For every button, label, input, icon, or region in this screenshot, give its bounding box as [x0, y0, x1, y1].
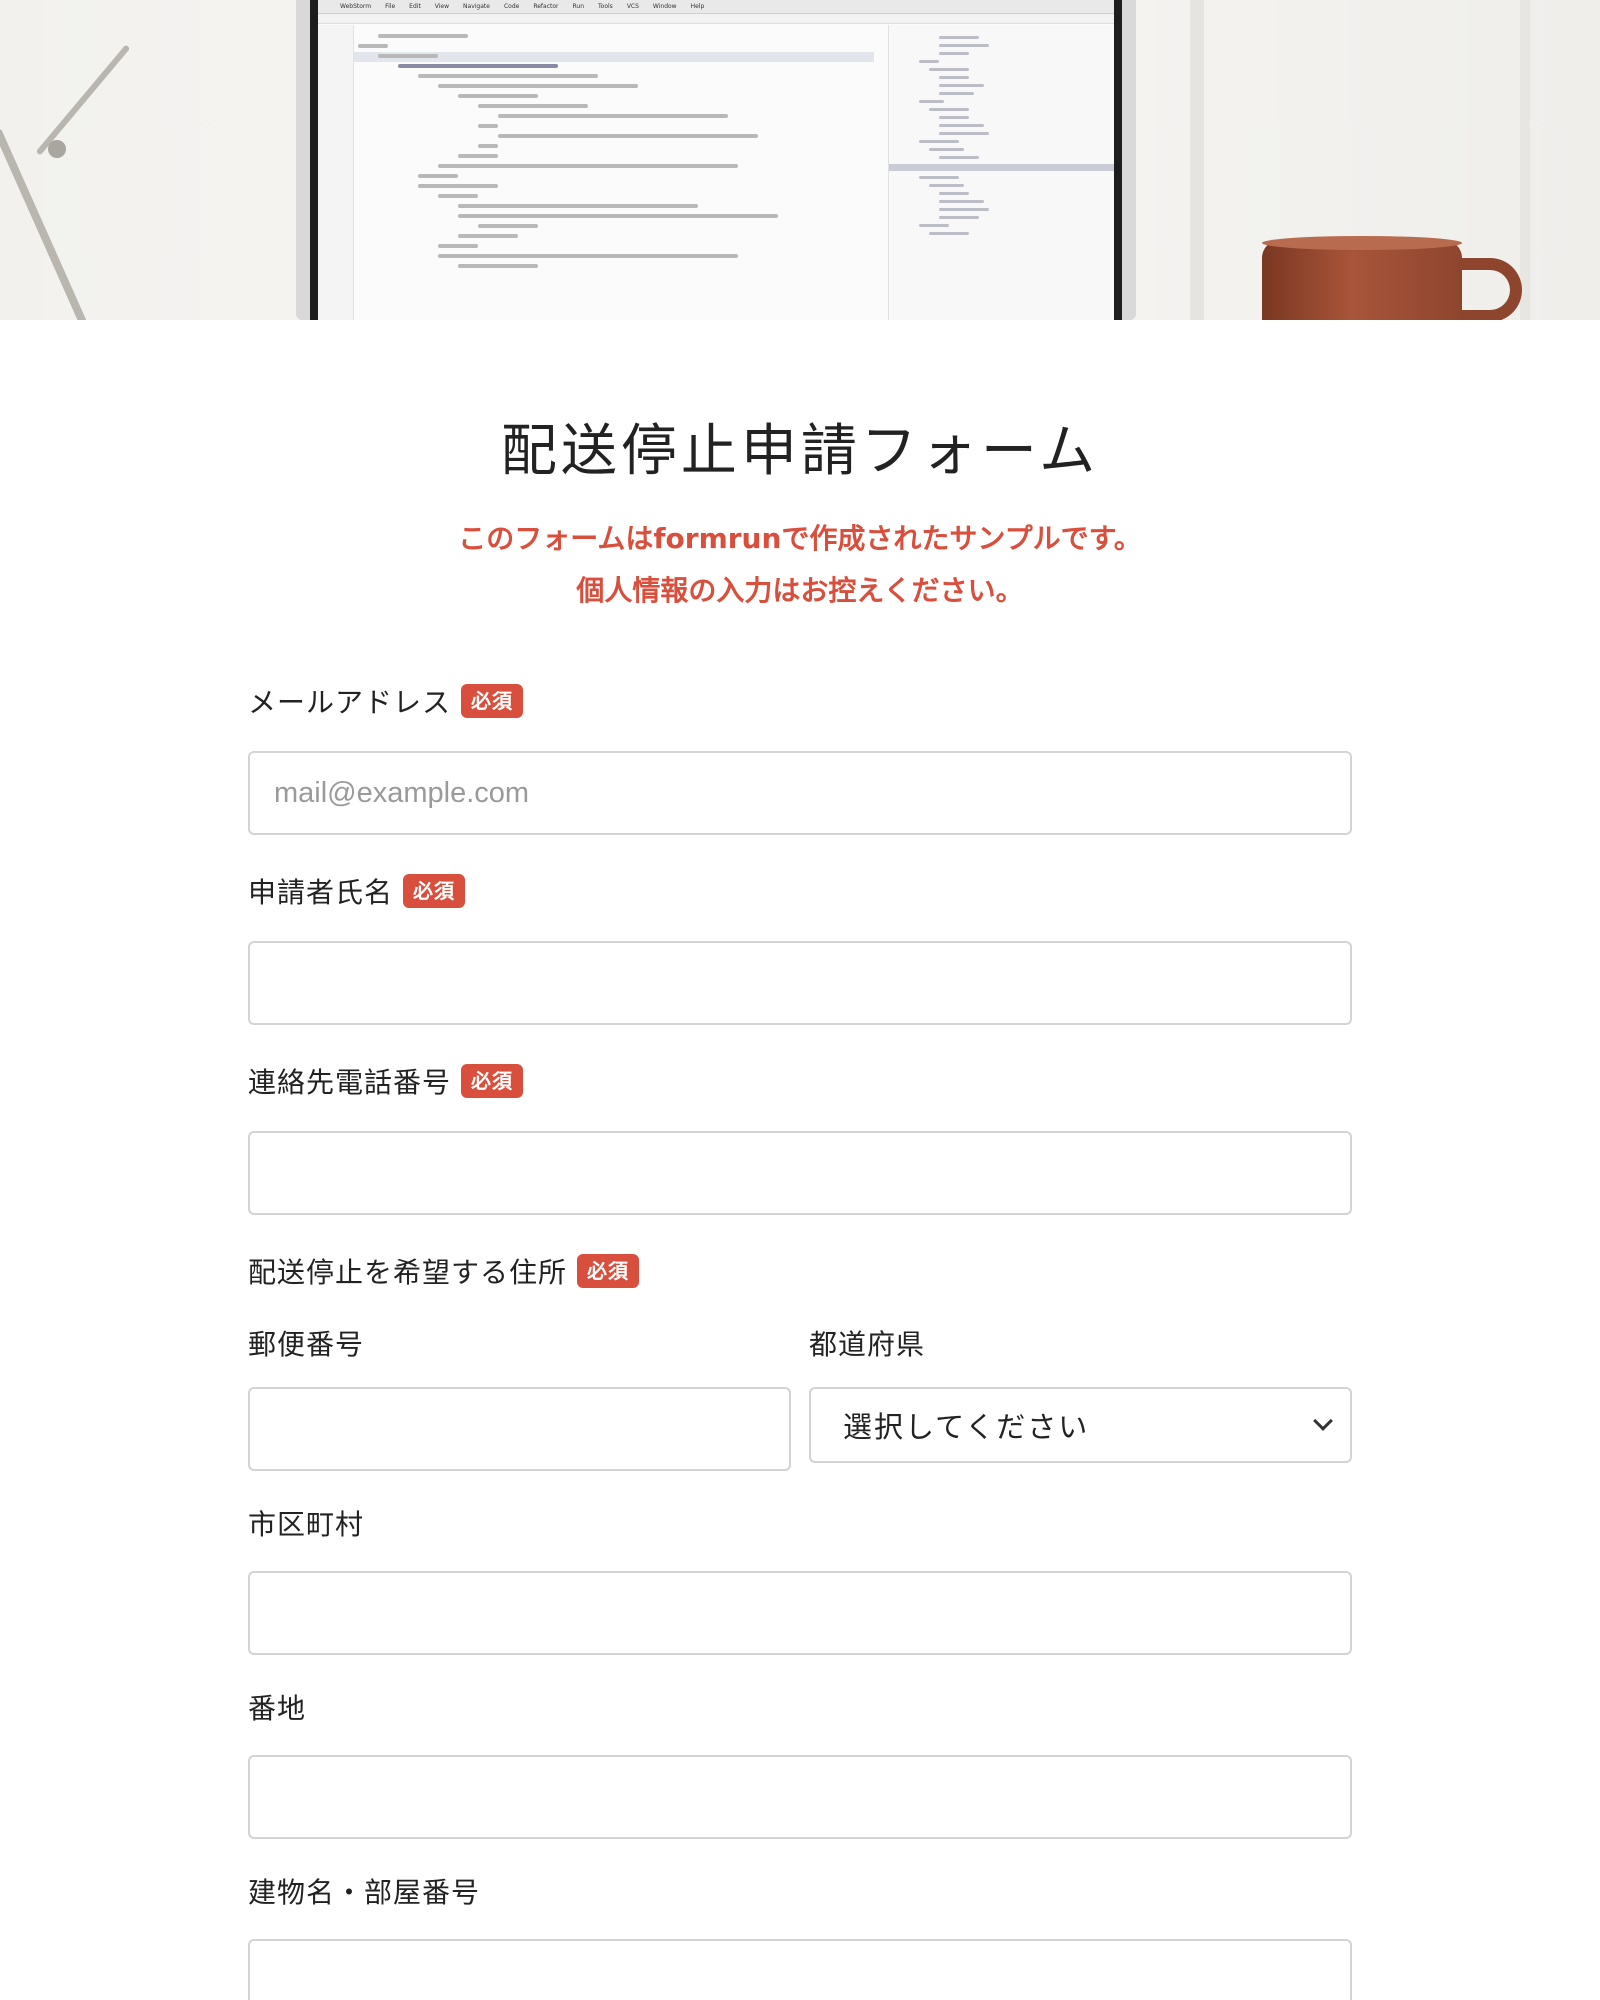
city-field-group: 市区町村: [248, 1503, 1352, 1656]
street-input[interactable]: [248, 1755, 1352, 1840]
ide-project-tree: [888, 25, 1114, 320]
building-label: 建物名・部屋番号: [248, 1876, 481, 1910]
delivery-stop-form: 配送停止申請フォーム このフォームはformrunで作成されたサンプルです。 個…: [248, 418, 1352, 2000]
prefecture-select-value: 選択してください: [843, 1410, 1090, 1445]
coffee-cup-decoration: [1262, 240, 1462, 320]
postal-code-label: 郵便番号: [248, 1328, 365, 1362]
ide-menu-item: Tools: [598, 3, 613, 10]
ide-code-editor: [358, 28, 878, 320]
phone-label: 連絡先電話番号 必須: [248, 1061, 1352, 1101]
notice-line: このフォームはformrunで作成されたサンプルです。: [458, 522, 1142, 556]
ide-menu-item: WebStorm: [340, 3, 372, 10]
ide-menubar: WebStorm File Edit View Navigate Code Re…: [318, 0, 1114, 14]
ide-menu-item: Run: [572, 3, 585, 10]
address-section-label: 配送停止を希望する住所 必須: [248, 1251, 1352, 1291]
required-badge: 必須: [461, 1064, 524, 1099]
phone-field-group: 連絡先電話番号 必須: [248, 1061, 1352, 1216]
postal-code-input[interactable]: [248, 1387, 791, 1472]
email-field-group: メールアドレス 必須: [248, 681, 1352, 836]
required-badge: 必須: [461, 684, 524, 719]
ide-menu-item: Navigate: [463, 3, 490, 10]
prefecture-label: 都道府県: [809, 1328, 926, 1362]
ide-menu-item: File: [385, 3, 396, 10]
ide-menu-item: Refactor: [533, 3, 559, 10]
email-label-text: メールアドレス: [248, 686, 452, 720]
name-field-group: 申請者氏名 必須: [248, 871, 1352, 1026]
name-label: 申請者氏名 必須: [248, 871, 1352, 911]
notice-line: 個人情報の入力はお控えください。: [576, 574, 1024, 608]
street-label: 番地: [248, 1692, 307, 1726]
sample-notice: このフォームはformrunで作成されたサンプルです。 個人情報の入力はお控えく…: [248, 513, 1352, 617]
lamp-decoration: [0, 128, 95, 320]
phone-input[interactable]: [248, 1131, 1352, 1216]
ide-tabbar: [318, 14, 1114, 24]
required-badge: 必須: [403, 874, 466, 909]
background-shelf: [1520, 0, 1530, 320]
laptop-screen: WebStorm File Edit View Navigate Code Re…: [318, 0, 1114, 320]
ide-menu-item: View: [434, 3, 450, 10]
ide-menu-item: Window: [652, 3, 677, 10]
required-badge: 必須: [577, 1254, 640, 1289]
coffee-cup-decoration: [1262, 236, 1462, 250]
chevron-down-icon: [1313, 1411, 1333, 1432]
ide-menu-item: Help: [690, 3, 705, 10]
ide-menu-item: Edit: [409, 3, 421, 10]
email-label: メールアドレス 必須: [248, 681, 1352, 721]
name-input[interactable]: [248, 941, 1352, 1026]
postal-code-group: 郵便番号: [248, 1323, 791, 1472]
email-input[interactable]: [248, 751, 1352, 836]
name-label-text: 申請者氏名: [248, 876, 394, 910]
building-input[interactable]: [248, 1939, 1352, 2000]
prefecture-select[interactable]: 選択してください: [809, 1387, 1352, 1464]
background-shelf: [1190, 0, 1204, 320]
street-field-group: 番地: [248, 1687, 1352, 1840]
prefecture-group: 都道府県 選択してください: [809, 1323, 1352, 1471]
lamp-decoration: [48, 140, 66, 158]
address-field-group: 配送停止を希望する住所 必須 郵便番号 都道府県 選択してください: [248, 1251, 1352, 1472]
ide-menu-item: Code: [503, 3, 520, 10]
city-label: 市区町村: [248, 1508, 365, 1542]
lamp-decoration: [35, 44, 131, 156]
city-input[interactable]: [248, 1571, 1352, 1656]
ide-menu-item: VCS: [626, 3, 639, 10]
phone-label-text: 連絡先電話番号: [248, 1066, 452, 1100]
laptop-illustration: WebStorm File Edit View Navigate Code Re…: [296, 0, 1136, 320]
hero-banner-image: WebStorm File Edit View Navigate Code Re…: [0, 0, 1600, 320]
ide-line-gutter: [318, 25, 354, 320]
page-title: 配送停止申請フォーム: [500, 419, 1100, 484]
postal-prefecture-row: 郵便番号 都道府県 選択してください: [248, 1323, 1352, 1472]
building-field-group: 建物名・部屋番号: [248, 1871, 1352, 2000]
address-label-text: 配送停止を希望する住所: [248, 1256, 568, 1290]
